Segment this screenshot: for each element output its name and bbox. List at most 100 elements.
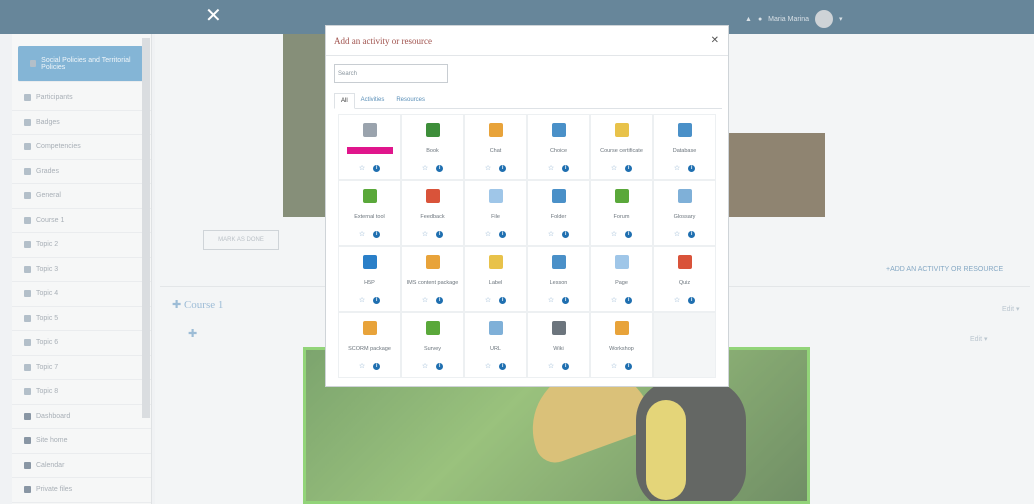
info-icon[interactable]: i — [499, 363, 507, 370]
module-label: Workshop — [609, 345, 634, 352]
tab-all[interactable]: All — [334, 93, 355, 109]
star-icon[interactable]: ☆ — [485, 297, 491, 304]
star-icon[interactable]: ☆ — [359, 363, 365, 370]
star-icon[interactable]: ☆ — [611, 231, 617, 238]
module-icon — [425, 255, 440, 269]
info-icon[interactable]: i — [373, 231, 381, 238]
chooser-tabs: All Activities Resources — [334, 93, 722, 109]
module-actions: ☆ i — [422, 297, 444, 304]
info-icon[interactable]: i — [373, 363, 381, 370]
star-icon[interactable]: ☆ — [422, 363, 428, 370]
tab-resources[interactable]: Resources — [390, 93, 431, 108]
module-tile[interactable]: Wiki ☆ i — [527, 312, 590, 378]
info-icon[interactable]: i — [562, 165, 570, 172]
module-icon — [551, 123, 566, 137]
module-tile[interactable]: Database ☆ i — [653, 114, 716, 180]
module-icon — [488, 321, 503, 335]
star-icon[interactable]: ☆ — [611, 363, 617, 370]
info-icon[interactable]: i — [562, 231, 570, 238]
module-tile[interactable]: Course certificate ☆ i — [590, 114, 653, 180]
module-actions: ☆ i — [485, 231, 507, 238]
module-tile[interactable]: SCORM package ☆ i — [338, 312, 401, 378]
module-label: Chat — [489, 147, 502, 154]
info-icon[interactable]: i — [436, 297, 444, 304]
module-tile[interactable]: File ☆ i — [464, 180, 527, 246]
module-actions: ☆ i — [548, 231, 570, 238]
star-icon[interactable]: ☆ — [485, 363, 491, 370]
info-icon[interactable]: i — [499, 165, 507, 172]
star-icon[interactable]: ☆ — [422, 231, 428, 238]
search-input[interactable]: Search — [334, 64, 448, 83]
info-icon[interactable]: i — [688, 231, 696, 238]
module-label: Assignment — [346, 147, 393, 154]
module-icon — [362, 321, 377, 335]
module-actions: ☆ i — [359, 297, 381, 304]
star-icon[interactable]: ☆ — [422, 297, 428, 304]
info-icon[interactable]: i — [436, 363, 444, 370]
empty-tile — [653, 312, 716, 378]
module-tile[interactable]: Choice ☆ i — [527, 114, 590, 180]
module-tile[interactable]: Survey ☆ i — [401, 312, 464, 378]
info-icon[interactable]: i — [625, 363, 633, 370]
star-icon[interactable]: ☆ — [359, 165, 365, 172]
star-icon[interactable]: ☆ — [548, 297, 554, 304]
module-tile[interactable]: External tool ☆ i — [338, 180, 401, 246]
module-tile[interactable]: H5P ☆ i — [338, 246, 401, 312]
module-label: Label — [488, 279, 503, 286]
info-icon[interactable]: i — [436, 165, 444, 172]
info-icon[interactable]: i — [625, 165, 633, 172]
star-icon[interactable]: ☆ — [674, 297, 680, 304]
module-label: Course certificate — [600, 147, 643, 154]
info-icon[interactable]: i — [688, 297, 696, 304]
module-icon — [425, 123, 440, 137]
star-icon[interactable]: ☆ — [674, 165, 680, 172]
module-label: Feedback — [420, 213, 445, 220]
module-label: Lesson — [549, 279, 568, 286]
star-icon[interactable]: ☆ — [674, 231, 680, 238]
module-label: Book — [426, 147, 439, 154]
info-icon[interactable]: i — [499, 297, 507, 304]
star-icon[interactable]: ☆ — [548, 165, 554, 172]
star-icon[interactable]: ☆ — [548, 231, 554, 238]
module-tile[interactable]: Folder ☆ i — [527, 180, 590, 246]
star-icon[interactable]: ☆ — [611, 165, 617, 172]
module-tile[interactable]: Forum ☆ i — [590, 180, 653, 246]
star-icon[interactable]: ☆ — [485, 165, 491, 172]
module-tile[interactable]: Glossary ☆ i — [653, 180, 716, 246]
info-icon[interactable]: i — [373, 165, 381, 172]
info-icon[interactable]: i — [562, 297, 570, 304]
star-icon[interactable]: ☆ — [422, 165, 428, 172]
module-tile[interactable]: Book ☆ i — [401, 114, 464, 180]
star-icon[interactable]: ☆ — [359, 297, 365, 304]
module-tile[interactable]: Chat ☆ i — [464, 114, 527, 180]
info-icon[interactable]: i — [625, 231, 633, 238]
tab-activities[interactable]: Activities — [355, 93, 391, 108]
module-tile[interactable]: Lesson ☆ i — [527, 246, 590, 312]
module-tile[interactable]: Feedback ☆ i — [401, 180, 464, 246]
module-tile[interactable]: URL ☆ i — [464, 312, 527, 378]
module-tile[interactable]: Label ☆ i — [464, 246, 527, 312]
module-icon — [677, 189, 692, 203]
star-icon[interactable]: ☆ — [485, 231, 491, 238]
module-actions: ☆ i — [611, 231, 633, 238]
module-tile[interactable]: Assignment ☆ i — [338, 114, 401, 180]
star-icon[interactable]: ☆ — [359, 231, 365, 238]
module-actions: ☆ i — [674, 231, 696, 238]
close-icon[interactable]: ✕ — [711, 35, 719, 46]
module-tile[interactable]: IMS content package ☆ i — [401, 246, 464, 312]
star-icon[interactable]: ☆ — [548, 363, 554, 370]
module-actions: ☆ i — [611, 297, 633, 304]
module-tile[interactable]: Page ☆ i — [590, 246, 653, 312]
module-label: IMS content package — [406, 279, 459, 286]
info-icon[interactable]: i — [373, 297, 381, 304]
info-icon[interactable]: i — [499, 231, 507, 238]
info-icon[interactable]: i — [688, 165, 696, 172]
module-tile[interactable]: Quiz ☆ i — [653, 246, 716, 312]
star-icon[interactable]: ☆ — [611, 297, 617, 304]
module-label: Glossary — [673, 213, 696, 220]
info-icon[interactable]: i — [436, 231, 444, 238]
info-icon[interactable]: i — [625, 297, 633, 304]
module-tile[interactable]: Workshop ☆ i — [590, 312, 653, 378]
module-actions: ☆ i — [548, 363, 570, 370]
info-icon[interactable]: i — [562, 363, 570, 370]
